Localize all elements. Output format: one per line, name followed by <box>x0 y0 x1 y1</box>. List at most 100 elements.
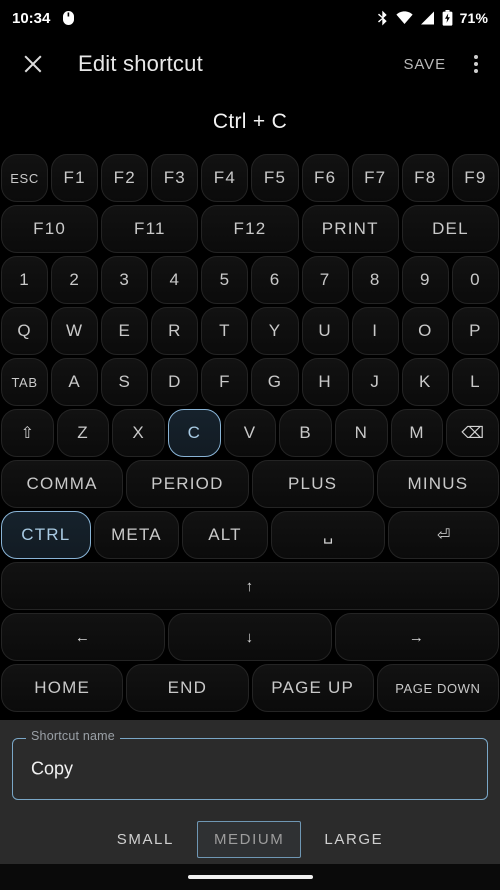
key-[interactable]: ⏎ <box>388 511 500 559</box>
key-t[interactable]: T <box>201 307 249 355</box>
key-[interactable]: ␣ <box>270 511 386 559</box>
key-q[interactable]: Q <box>1 307 49 355</box>
key-1[interactable]: 1 <box>1 256 49 304</box>
key-f7[interactable]: F7 <box>351 154 399 202</box>
key-7[interactable]: 7 <box>301 256 349 304</box>
size-option-medium[interactable]: MEDIUM <box>196 821 302 858</box>
key-9[interactable]: 9 <box>401 256 449 304</box>
keyboard-row: ⇧ Z X C V B N M ⌫ <box>1 409 500 457</box>
clock: 10:34 <box>12 9 51 27</box>
key-print[interactable]: PRINT <box>301 205 399 253</box>
cellular-signal-icon <box>420 11 435 25</box>
key-esc[interactable]: ESC <box>1 154 49 202</box>
key-f2[interactable]: F2 <box>101 154 149 202</box>
key-p[interactable]: P <box>451 307 499 355</box>
key-i[interactable]: I <box>351 307 399 355</box>
key-f6[interactable]: F6 <box>301 154 349 202</box>
key-f12[interactable]: F12 <box>201 205 299 253</box>
key-tab[interactable]: TAB <box>1 358 49 406</box>
key-n[interactable]: N <box>335 409 388 457</box>
key-x[interactable]: X <box>112 409 166 457</box>
keyboard-row: ← ↓ → <box>1 613 499 661</box>
key-d[interactable]: D <box>151 358 199 406</box>
key-b[interactable]: B <box>279 409 333 457</box>
key-w[interactable]: W <box>51 307 99 355</box>
navigation-bar <box>0 864 500 890</box>
key-s[interactable]: S <box>101 358 149 406</box>
keyboard-row: F10 F11 F12 PRINT DEL <box>1 205 500 253</box>
size-option-small[interactable]: SMALL <box>100 821 191 858</box>
key-r[interactable]: R <box>151 307 199 355</box>
key-l[interactable]: L <box>451 358 499 406</box>
key-page-up[interactable]: PAGE UP <box>251 664 374 712</box>
shortcut-name-input[interactable] <box>31 758 436 780</box>
key-del[interactable]: DEL <box>401 205 500 253</box>
key-3[interactable]: 3 <box>101 256 149 304</box>
close-icon[interactable] <box>22 53 44 75</box>
key-e[interactable]: E <box>101 307 149 355</box>
key-k[interactable]: K <box>401 358 449 406</box>
shortcut-name-field-wrapper: Shortcut name <box>12 729 488 800</box>
key-v[interactable]: V <box>223 409 277 457</box>
key-minus[interactable]: MINUS <box>376 460 499 508</box>
status-bar-left: 10:34 <box>12 10 75 27</box>
battery-percent: 71% <box>459 10 488 26</box>
key-meta[interactable]: META <box>93 511 180 559</box>
key-f9[interactable]: F9 <box>451 154 499 202</box>
key-h[interactable]: H <box>301 358 349 406</box>
key-z[interactable]: Z <box>56 409 110 457</box>
key-f1[interactable]: F1 <box>51 154 99 202</box>
key-end[interactable]: END <box>126 664 249 712</box>
key-f3[interactable]: F3 <box>151 154 199 202</box>
key-0[interactable]: 0 <box>451 256 499 304</box>
key-8[interactable]: 8 <box>351 256 399 304</box>
key-m[interactable]: M <box>390 409 444 457</box>
more-options-icon[interactable] <box>470 51 482 77</box>
save-button[interactable]: SAVE <box>399 50 450 79</box>
key-period[interactable]: PERIOD <box>126 460 249 508</box>
key-comma[interactable]: COMMA <box>1 460 124 508</box>
home-indicator[interactable] <box>187 875 313 879</box>
key-5[interactable]: 5 <box>201 256 249 304</box>
key-a[interactable]: A <box>51 358 99 406</box>
key-o[interactable]: O <box>401 307 449 355</box>
key-[interactable]: ← <box>1 613 165 661</box>
key-[interactable]: ⌫ <box>446 409 500 457</box>
shortcut-name-label: Shortcut name <box>26 729 120 743</box>
keyboard-row: ESC F1 F2 F3 F4 F5 F6 F7 F8 F9 <box>1 154 499 202</box>
key-f5[interactable]: F5 <box>251 154 299 202</box>
size-selector: SMALL MEDIUM LARGE <box>12 821 488 858</box>
key-[interactable]: ⇧ <box>1 409 54 457</box>
key-2[interactable]: 2 <box>51 256 99 304</box>
keyboard-row: TAB A S D F G H J K L <box>1 358 499 406</box>
key-[interactable]: → <box>335 613 499 661</box>
status-bar-right: 71% <box>376 10 488 26</box>
key-f4[interactable]: F4 <box>201 154 249 202</box>
key-j[interactable]: J <box>351 358 399 406</box>
key-alt[interactable]: ALT <box>182 511 268 559</box>
key-u[interactable]: U <box>301 307 349 355</box>
key-c[interactable]: C <box>168 409 221 457</box>
shortcut-combo-display: Ctrl + C <box>212 110 288 133</box>
key-[interactable]: ↑ <box>1 562 499 610</box>
keyboard-grid: ESC F1 F2 F3 F4 F5 F6 F7 F8 F9 F10 F11 F12 PRINT DEL 1 2… <box>0 154 500 712</box>
keyboard-row: COMMA PERIOD PLUS MINUS <box>1 460 499 508</box>
size-option-large[interactable]: LARGE <box>307 821 400 858</box>
keyboard-row: HOME END PAGE UP PAGE DOWN <box>1 664 499 712</box>
key-f11[interactable]: F11 <box>101 205 199 253</box>
wifi-icon <box>396 11 413 25</box>
key-home[interactable]: HOME <box>1 664 124 712</box>
key-f8[interactable]: F8 <box>401 154 449 202</box>
key-page-down[interactable]: PAGE DOWN <box>376 664 499 712</box>
keyboard-row: QWERTYUIOP <box>1 307 499 355</box>
key-4[interactable]: 4 <box>151 256 199 304</box>
key-[interactable]: ↓ <box>168 613 332 661</box>
key-f10[interactable]: F10 <box>1 205 99 253</box>
key-y[interactable]: Y <box>251 307 299 355</box>
key-ctrl[interactable]: CTRL <box>1 511 91 559</box>
key-plus[interactable]: PLUS <box>251 460 374 508</box>
key-6[interactable]: 6 <box>251 256 299 304</box>
key-g[interactable]: G <box>251 358 299 406</box>
keyboard-row: 1234567890 <box>1 256 499 304</box>
key-f[interactable]: F <box>201 358 249 406</box>
